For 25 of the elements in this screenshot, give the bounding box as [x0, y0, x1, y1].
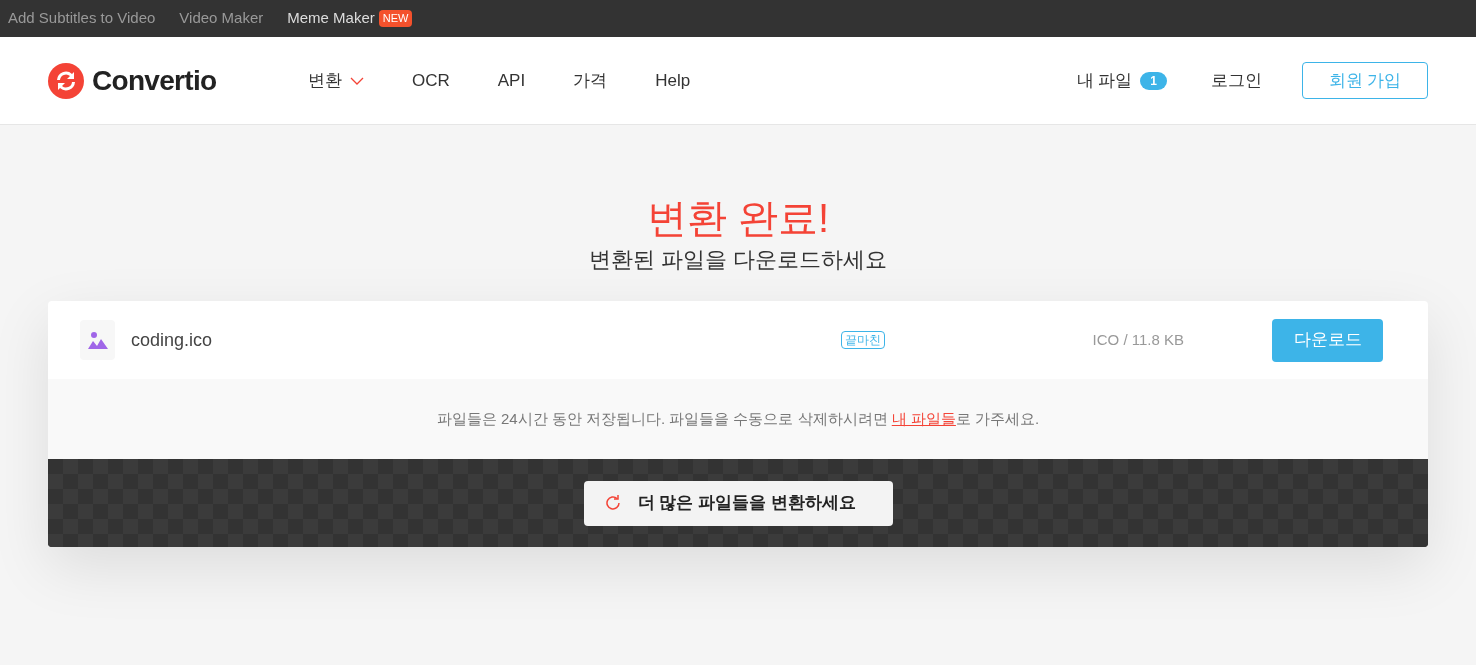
login-link[interactable]: 로그인: [1211, 67, 1262, 94]
file-count-badge: 1: [1140, 71, 1167, 90]
file-name: coding.ico: [131, 328, 213, 352]
my-files-link[interactable]: 내 파일: [1076, 67, 1133, 94]
nav-link[interactable]: 가격: [573, 67, 608, 94]
chevron-down-icon: [350, 76, 364, 85]
nav-link[interactable]: API: [497, 67, 526, 94]
nav-link[interactable]: Help: [655, 67, 691, 94]
my-files-notice-link[interactable]: 내 파일들: [891, 409, 956, 427]
file-type-icon: [80, 320, 115, 360]
refresh-icon: [603, 494, 622, 512]
convert-more-button[interactable]: 더 많은 파일들을 변환하세요: [583, 480, 893, 526]
logo-icon: [48, 62, 84, 99]
file-info: ICO / 11.8 KB: [1092, 329, 1184, 350]
top-link[interactable]: Add Subtitles to Video: [8, 7, 156, 30]
top-link[interactable]: Meme Maker: [287, 7, 375, 30]
new-badge: NEW: [378, 10, 413, 27]
top-link[interactable]: Video Maker: [179, 7, 264, 30]
page-subheading: 변환된 파일을 다운로드하세요: [588, 246, 888, 274]
page-heading: 변환 완료!: [646, 195, 830, 241]
storage-notice: 파일들은 24시간 동안 저장됩니다. 파일들을 수동으로 삭제하시려면 내 파일들로 가주세요.: [436, 408, 1040, 429]
nav-link[interactable]: 변환: [308, 67, 364, 94]
logo-text[interactable]: Convertio: [92, 59, 217, 102]
status-badge: 끝마친: [841, 331, 886, 349]
nav-link[interactable]: OCR: [412, 67, 450, 94]
